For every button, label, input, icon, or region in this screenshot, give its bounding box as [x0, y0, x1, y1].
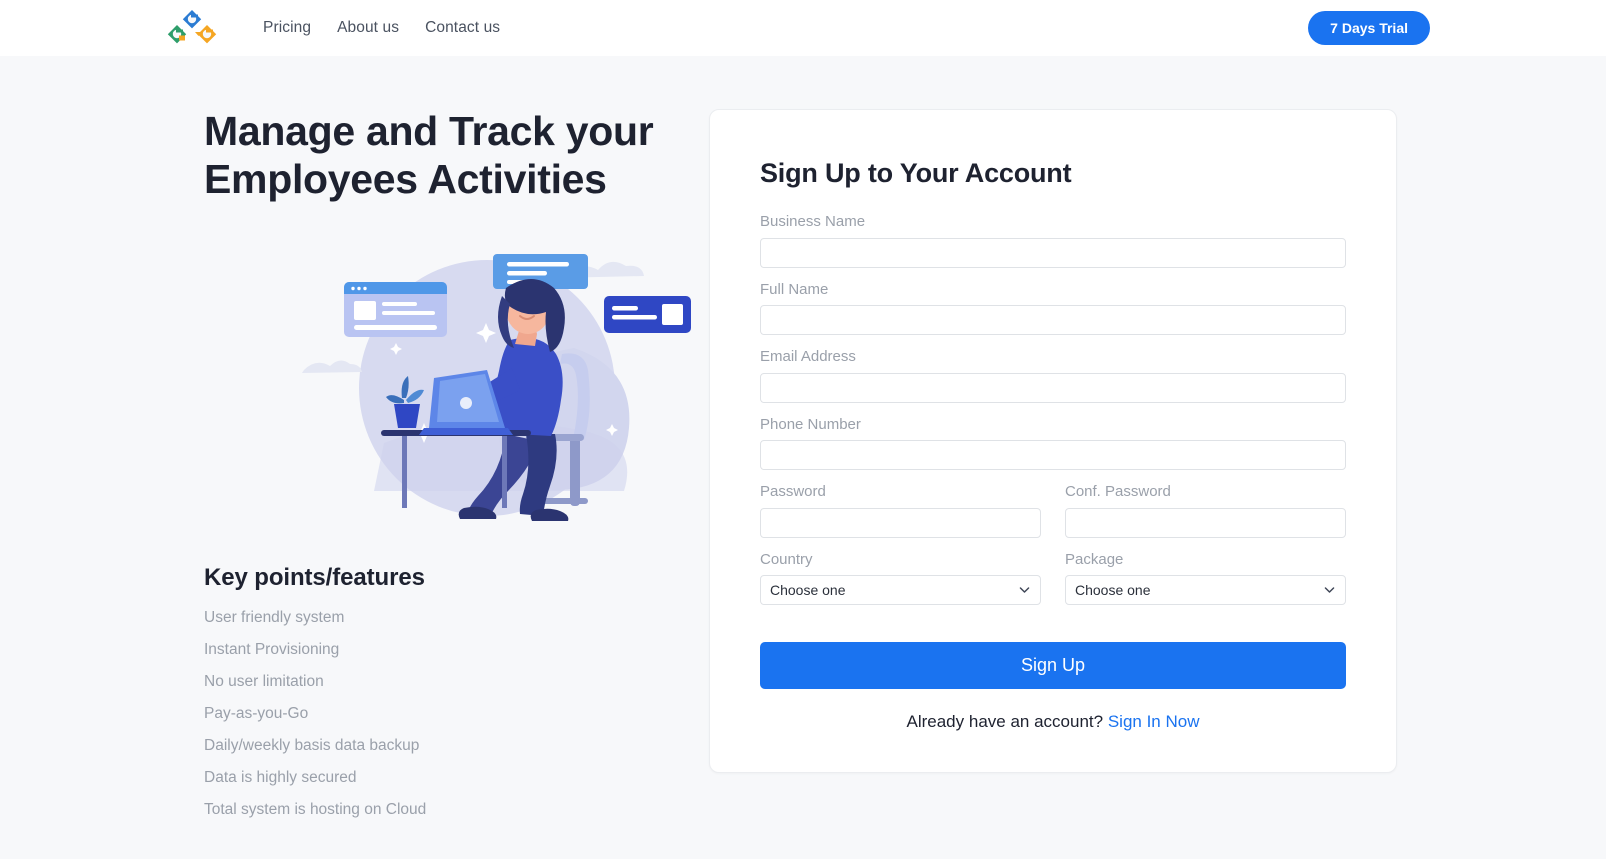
label-email-address: Email Address	[760, 348, 856, 365]
password-input[interactable]	[760, 507, 1041, 538]
signin-prompt-row: Already have an account? Sign In Now	[760, 712, 1346, 732]
hero-illustration	[274, 228, 694, 528]
label-phone-number: Phone Number	[760, 415, 861, 433]
hero-title-line-2: Employees Activities	[204, 155, 607, 202]
label-password: Password	[760, 483, 826, 500]
label-full-name: Full Name	[760, 280, 829, 298]
features-heading: Key points/features	[204, 563, 425, 591]
nav-links: Pricing About us Contact us	[263, 19, 500, 37]
field-email-address: Email Address	[760, 348, 1346, 403]
list-item: Total system is hosting on Cloud	[204, 800, 427, 818]
label-package: Package	[1065, 550, 1124, 568]
field-conf-password: Conf. Password	[1065, 483, 1346, 538]
email-field[interactable]	[760, 372, 1346, 403]
floating-browser-card	[344, 281, 447, 337]
top-navbar: Pricing About us Contact us 7 Days Trial	[0, 0, 1606, 56]
field-password: Password	[760, 483, 1041, 538]
nav-link-contact-us[interactable]: Contact us	[425, 19, 500, 37]
nav-link-about-us[interactable]: About us	[337, 19, 399, 37]
list-item: Instant Provisioning	[204, 640, 340, 658]
country-select-wrapper: Choose one	[760, 575, 1041, 605]
field-country: Country Choose one	[760, 550, 1041, 605]
nav-link-pricing[interactable]: Pricing	[263, 19, 311, 37]
list-item: Daily/weekly basis data backup	[204, 736, 420, 754]
page-title: Manage and Track your Employees Activiti…	[204, 108, 704, 204]
business-name-input[interactable]	[760, 237, 1346, 268]
right-column: Sign Up to Your Account Business Name Fu…	[704, 56, 1430, 773]
features-list: User friendly system Instant Provisionin…	[204, 610, 704, 818]
package-select[interactable]: Choose one	[1065, 575, 1346, 605]
signup-card: Sign Up to Your Account Business Name Fu…	[709, 109, 1397, 773]
full-name-input[interactable]	[760, 305, 1346, 335]
field-phone-number: Phone Number	[760, 415, 1346, 470]
sign-up-button[interactable]: Sign Up	[760, 642, 1346, 689]
label-business-name: Business Name	[760, 213, 866, 230]
field-full-name: Full Name	[760, 280, 1346, 335]
list-item: Pay-as-you-Go	[204, 704, 309, 722]
label-conf-password: Conf. Password	[1065, 483, 1171, 500]
label-country: Country	[760, 550, 813, 568]
list-item: Data is highly secured	[204, 768, 357, 786]
password-row: Password Conf. Password	[760, 483, 1346, 552]
list-item: No user limitation	[204, 672, 324, 690]
field-package: Package Choose one	[1065, 550, 1346, 605]
hero-title-line-1: Manage and Track your	[204, 108, 654, 154]
list-item: User friendly system	[204, 608, 345, 626]
signin-prompt-text: Already have an account?	[906, 712, 1104, 731]
sign-in-now-link[interactable]: Sign In Now	[1108, 712, 1200, 731]
phone-number-input[interactable]	[760, 440, 1346, 470]
conf-password-input[interactable]	[1065, 507, 1346, 538]
country-package-row: Country Choose one Package Choose one	[760, 550, 1346, 620]
package-select-wrapper: Choose one	[1065, 575, 1346, 605]
left-column: Manage and Track your Employees Activiti…	[204, 56, 704, 834]
woman-working-on-laptop-illustration	[302, 253, 691, 521]
country-select[interactable]: Choose one	[760, 575, 1041, 605]
page-body: Manage and Track your Employees Activiti…	[0, 56, 1606, 859]
trial-button[interactable]: 7 Days Trial	[1308, 11, 1430, 45]
floating-dark-card	[604, 295, 691, 333]
content-wrapper: Manage and Track your Employees Activiti…	[0, 56, 1606, 834]
company-logo[interactable]	[165, 8, 219, 48]
signup-title: Sign Up to Your Account	[760, 158, 1072, 188]
field-business-name: Business Name	[760, 213, 1346, 268]
